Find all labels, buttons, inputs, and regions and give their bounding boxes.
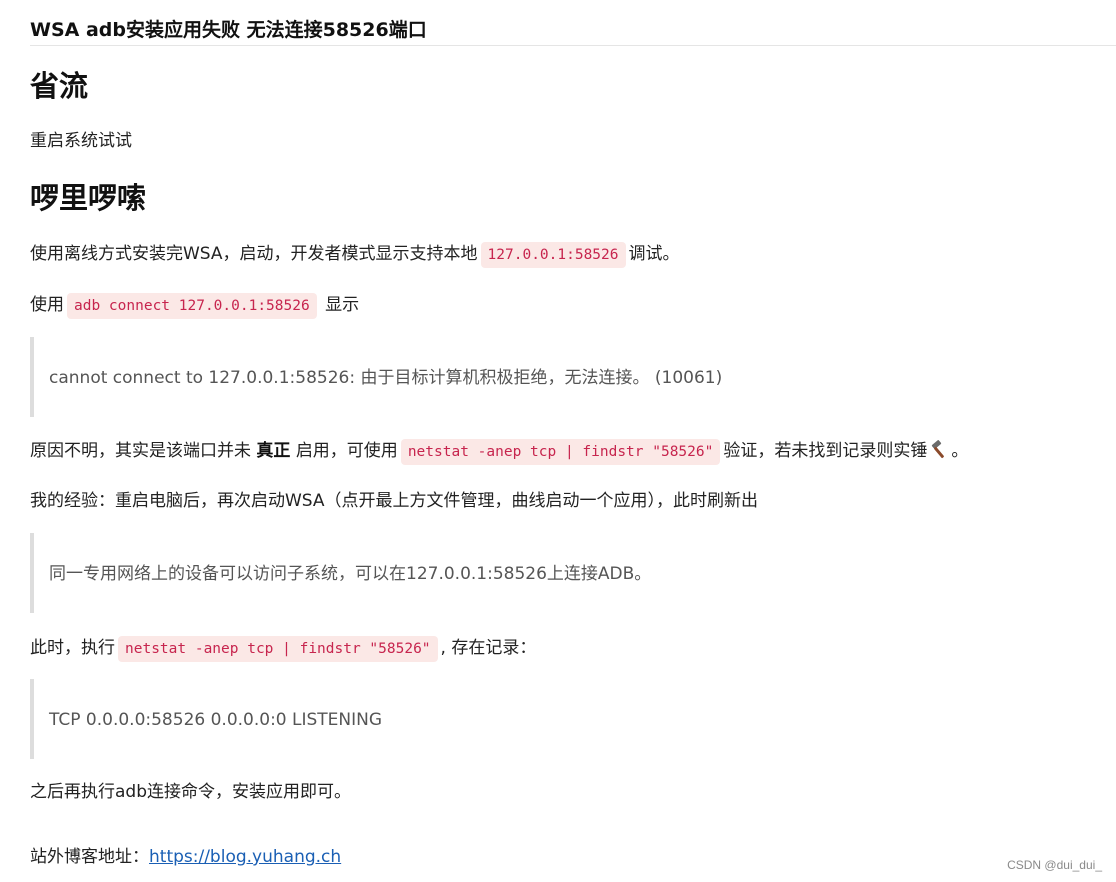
blockquote-listening-text: TCP 0.0.0.0:58526 0.0.0.0:0 LISTENING (49, 710, 383, 730)
blog-link[interactable]: https://blog.yuhang.ch (149, 847, 341, 867)
watermark: CSDN @dui_dui_ (1007, 858, 1102, 872)
paragraph-4: 我的经验：重启电脑后，再次启动WSA（点开最上方文件管理，曲线启动一个应用），此… (30, 491, 759, 511)
paragraph-1: 使用离线方式安装完WSA，启动，开发者模式显示支持本地 127.0.0.1:585… (30, 241, 680, 268)
p2-text-after: 显示 (325, 295, 360, 315)
article: WSA adb安装应用失败 无法连接58526端口 省流 重启系统试试 啰里啰嗦… (30, 0, 1116, 867)
paragraph-2: 使用 adb connect 127.0.0.1:58526 显示 (30, 292, 359, 319)
p3-text-after: 验证，若未找到记录则实锤 (723, 441, 928, 461)
p3-text-mid: 启用，可使用 (295, 441, 398, 461)
paragraph-5: 此时，执行 netstat -anep tcp | findstr "58526"… (30, 635, 536, 662)
inline-code-netstat-2: netstat -anep tcp | findstr "58526" (118, 636, 438, 662)
section1-text: 重启系统试试 (30, 131, 132, 151)
p5-text-before: 此时，执行 (30, 638, 115, 658)
paragraph-6: 之后再执行adb连接命令，安装应用即可。 (30, 782, 351, 802)
p5-text-after: , 存在记录： (440, 638, 537, 658)
paragraph-3: 原因不明，其实是该端口并未 真正 启用，可使用 netstat -anep tcp… (30, 438, 968, 465)
blockquote-notice: 同一专用网络上的设备可以访问子系统，可以在127.0.0.1:58526上连接A… (30, 533, 1090, 613)
section-heading-luoli: 啰里啰嗦 (30, 181, 147, 215)
blockquote-error: cannot connect to 127.0.0.1:58526: 由于目标计… (30, 337, 1090, 417)
title-bar: WSA adb安装应用失败 无法连接58526端口 (30, 0, 1116, 46)
p1-text-before: 使用离线方式安装完WSA，启动，开发者模式显示支持本地 (30, 244, 478, 264)
hammer-icon (932, 440, 945, 459)
p1-text-after: 调试。 (628, 244, 680, 264)
blockquote-listening: TCP 0.0.0.0:58526 0.0.0.0:0 LISTENING (30, 679, 1090, 759)
paragraph-7: 站外博客地址：https://blog.yuhang.ch (30, 844, 341, 870)
inline-code-address: 127.0.0.1:58526 (480, 242, 626, 268)
p3-bold: 真正 (256, 441, 291, 461)
p3-text-before: 原因不明，其实是该端口并未 (30, 441, 251, 461)
blockquote-notice-text: 同一专用网络上的设备可以访问子系统，可以在127.0.0.1:58526上连接A… (49, 564, 652, 584)
blockquote-error-text: cannot connect to 127.0.0.1:58526: 由于目标计… (49, 368, 723, 388)
inline-code-adb-connect: adb connect 127.0.0.1:58526 (67, 293, 317, 319)
section-heading-shengliu: 省流 (30, 69, 89, 103)
page-title: WSA adb安装应用失败 无法连接58526端口 (30, 19, 427, 41)
blog-label: 站外博客地址： (30, 847, 149, 867)
inline-code-netstat-1: netstat -anep tcp | findstr "58526" (400, 439, 721, 465)
p3-text-end: 。 (951, 441, 969, 461)
p2-text-before: 使用 (30, 295, 64, 315)
